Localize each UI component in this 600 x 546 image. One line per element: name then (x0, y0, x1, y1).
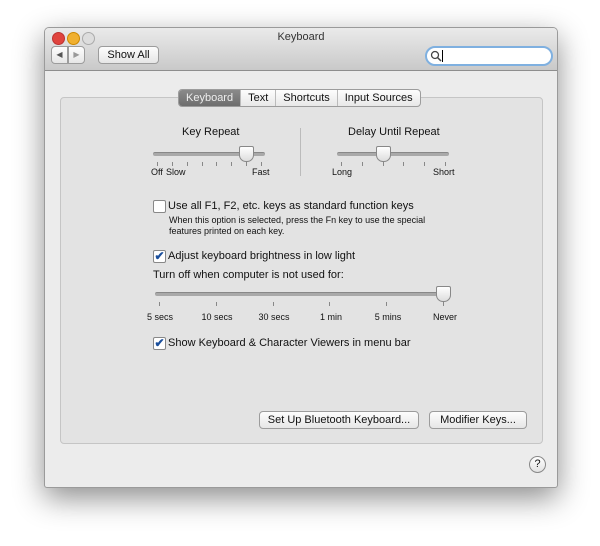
viewers-label: Show Keyboard & Character Viewers in men… (168, 337, 411, 349)
setup-bluetooth-keyboard-button[interactable]: Set Up Bluetooth Keyboard... (259, 411, 419, 429)
slider-tick (424, 162, 426, 166)
turn-off-label: Turn off when computer is not used for: (153, 269, 344, 281)
key-repeat-fast-label: Fast (252, 167, 270, 177)
slider-tick (386, 302, 388, 306)
slider-tick (341, 162, 342, 166)
slider-tick (361, 162, 363, 166)
fn-keys-label: Use all F1, F2, etc. keys as standard fu… (168, 200, 414, 212)
slider-tick (201, 162, 203, 166)
tab-keyboard[interactable]: Keyboard (179, 90, 242, 106)
slider-thumb[interactable] (239, 146, 255, 162)
turn-off-option-label: 30 secs (258, 312, 290, 322)
fn-keys-checkbox[interactable] (153, 200, 166, 213)
text-cursor (442, 50, 443, 62)
slider-tick (186, 162, 188, 166)
back-icon: ◀ (56, 50, 63, 59)
show-all-button[interactable]: Show All (98, 46, 159, 64)
back-button[interactable]: ◀ (51, 46, 68, 64)
delay-slider[interactable] (337, 146, 449, 168)
divider (300, 128, 301, 176)
slider-tick (231, 162, 233, 166)
tab-input-sources[interactable]: Input Sources (338, 90, 420, 106)
turn-off-option-label: Never (432, 312, 458, 322)
delay-long-label: Long (332, 167, 353, 177)
slider-tick (445, 162, 446, 166)
turn-off-option-label: 5 mins (374, 312, 402, 322)
turn-off-slider[interactable] (155, 286, 451, 308)
slider-thumb[interactable] (436, 286, 451, 302)
tab-text[interactable]: Text (241, 90, 277, 106)
slider-tick (159, 302, 160, 306)
tab-bar: Keyboard Text Shortcuts Input Sources (178, 89, 421, 107)
forward-icon: ▶ (73, 50, 80, 59)
slider-tick (216, 162, 218, 166)
slider-tick (272, 302, 274, 306)
modifier-keys-button[interactable]: Modifier Keys... (429, 411, 527, 429)
brightness-checkbox[interactable]: ✔ (153, 250, 166, 263)
slider-tick (246, 162, 248, 166)
slider-tick (443, 302, 444, 306)
delay-short-label: Short (433, 167, 455, 177)
viewers-checkbox[interactable]: ✔ (153, 337, 166, 350)
slider-tick (171, 162, 173, 166)
key-repeat-slider[interactable] (153, 146, 265, 168)
title-bar: Keyboard ◀ ▶ Show All (45, 28, 557, 71)
key-repeat-off-label: Off (151, 167, 163, 177)
turn-off-option-label: 1 min (319, 312, 343, 322)
search-field[interactable] (425, 46, 553, 66)
window-title: Keyboard (277, 31, 325, 43)
slider-tick (157, 162, 158, 166)
search-icon (430, 50, 442, 62)
forward-button[interactable]: ▶ (68, 46, 85, 64)
tab-shortcuts[interactable]: Shortcuts (276, 90, 338, 106)
slider-track (337, 152, 449, 156)
key-repeat-title: Key Repeat (182, 126, 240, 138)
slider-tick (329, 302, 331, 306)
delay-title: Delay Until Repeat (348, 126, 440, 138)
turn-off-option-label: 10 secs (201, 312, 233, 322)
brightness-label: Adjust keyboard brightness in low light (168, 250, 356, 262)
turn-off-option-label: 5 secs (146, 312, 174, 322)
slider-tick (215, 302, 217, 306)
slider-track (155, 292, 447, 296)
key-repeat-slow-label: Slow (166, 167, 186, 177)
keyboard-prefs-window: Keyboard ◀ ▶ Show All Keyboard Text Shor… (44, 27, 558, 488)
fn-keys-note-2: features printed on each key. (169, 226, 285, 236)
help-button[interactable]: ? (529, 456, 546, 473)
slider-tick (403, 162, 405, 166)
slider-thumb[interactable] (375, 146, 391, 162)
slider-tick (382, 162, 384, 166)
slider-tick (261, 162, 262, 166)
fn-keys-note-1: When this option is selected, press the … (169, 215, 426, 225)
